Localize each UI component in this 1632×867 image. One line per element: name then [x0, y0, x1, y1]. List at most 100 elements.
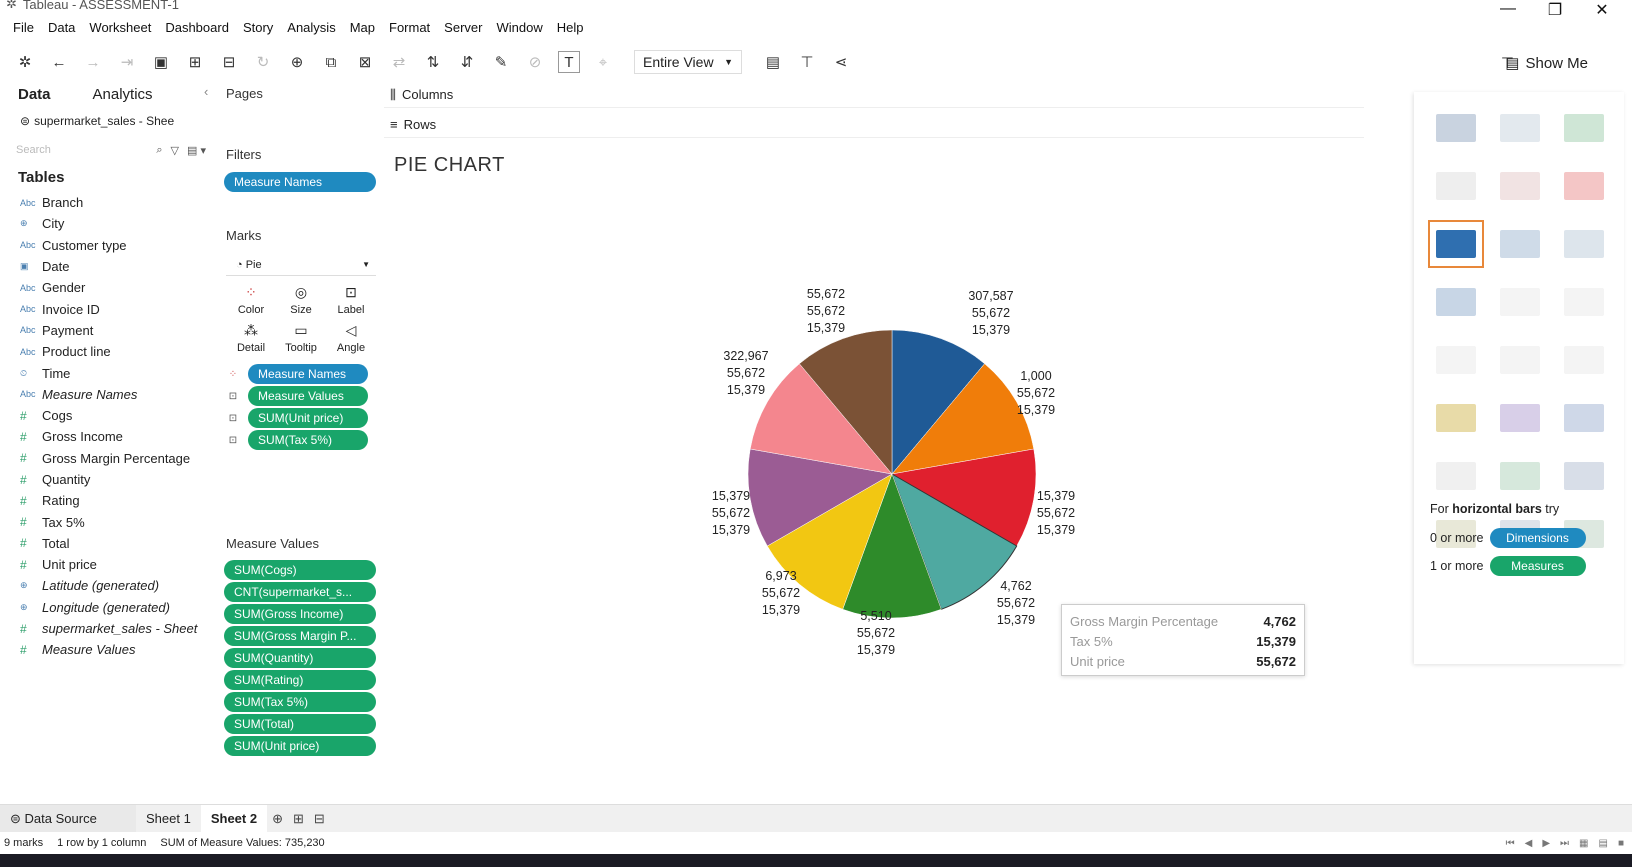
- field-cogs[interactable]: # Cogs: [0, 405, 218, 426]
- field-supermarket-sales-sheet[interactable]: # supermarket_sales - Sheet: [0, 618, 218, 639]
- new-worksheet-icon[interactable]: ⊕: [267, 811, 288, 827]
- field-product-line[interactable]: Abc Product line: [0, 341, 218, 362]
- show-me-chart-option[interactable]: [1556, 104, 1612, 152]
- filter-pill-measure-names[interactable]: Measure Names: [224, 172, 376, 192]
- field-measure-names[interactable]: Abc Measure Names: [0, 384, 218, 405]
- replay-icon[interactable]: ⇥: [116, 51, 138, 73]
- menu-item-map[interactable]: Map: [343, 18, 382, 40]
- field-quantity[interactable]: # Quantity: [0, 469, 218, 490]
- new-story-icon[interactable]: ⊟: [309, 811, 330, 827]
- marks-detail-button[interactable]: ⁂ Detail: [226, 322, 276, 354]
- measure-values-pill[interactable]: SUM(Unit price): [224, 736, 376, 756]
- tabs-view-icon[interactable]: ■: [1618, 838, 1624, 849]
- search-icon[interactable]: ⌕: [156, 144, 162, 157]
- show-me-chart-option[interactable]: [1428, 104, 1484, 152]
- minimize-button[interactable]: —: [1488, 0, 1528, 24]
- show-me-chart-option[interactable]: [1556, 394, 1612, 442]
- highlight-icon[interactable]: ✎: [490, 51, 512, 73]
- show-me-chart-option[interactable]: [1428, 278, 1484, 326]
- new-datasource-icon[interactable]: ⊞: [184, 51, 206, 73]
- show-me-chart-option[interactable]: [1428, 336, 1484, 384]
- tab-sheet-2[interactable]: Sheet 2: [200, 804, 268, 833]
- duplicate-sheet-icon[interactable]: ⧉: [320, 51, 342, 73]
- swap-icon[interactable]: ⇄: [388, 51, 410, 73]
- marks-angle-button[interactable]: ◁ Angle: [326, 322, 376, 354]
- view-options-icon[interactable]: ▤ ▾: [187, 144, 206, 157]
- prev-sheet-icon[interactable]: ◀: [1525, 838, 1533, 849]
- measure-values-pill[interactable]: SUM(Gross Income): [224, 604, 376, 624]
- filmstrip-icon[interactable]: ▤: [1599, 838, 1608, 849]
- group-icon[interactable]: ⊘: [524, 51, 546, 73]
- show-me-chart-option[interactable]: [1556, 452, 1612, 500]
- last-sheet-icon[interactable]: ⏭: [1560, 838, 1569, 849]
- show-me-chart-option[interactable]: [1492, 220, 1548, 268]
- field-tax-5-[interactable]: # Tax 5%: [0, 511, 218, 532]
- mark-type-select[interactable]: ◔ Pie ▼: [226, 254, 376, 276]
- field-total[interactable]: # Total: [0, 533, 218, 554]
- field-gross-margin-percentage[interactable]: # Gross Margin Percentage: [0, 448, 218, 469]
- redo-icon[interactable]: →: [82, 51, 104, 73]
- measure-values-pill[interactable]: SUM(Tax 5%): [224, 692, 376, 712]
- show-me-chart-option[interactable]: [1492, 278, 1548, 326]
- field-city[interactable]: ⊕ City: [0, 213, 218, 234]
- menu-item-help[interactable]: Help: [550, 18, 591, 40]
- menu-item-dashboard[interactable]: Dashboard: [158, 18, 236, 40]
- save-icon[interactable]: ▣: [150, 51, 172, 73]
- menu-item-worksheet[interactable]: Worksheet: [82, 18, 158, 40]
- show-me-chart-option[interactable]: [1556, 336, 1612, 384]
- marks-tooltip-button[interactable]: ▭ Tooltip: [276, 322, 326, 354]
- first-sheet-icon[interactable]: ⏮: [1506, 838, 1515, 849]
- show-me-button[interactable]: ▤ Show Me: [1505, 54, 1588, 73]
- show-me-chart-option[interactable]: [1492, 394, 1548, 442]
- restore-button[interactable]: ❐: [1535, 0, 1575, 24]
- columns-shelf[interactable]: ⫼ Columns: [384, 82, 1364, 108]
- fix-axes-icon[interactable]: ⌖: [592, 51, 614, 73]
- new-dashboard-icon[interactable]: ⊞: [288, 811, 309, 827]
- field-rating[interactable]: # Rating: [0, 490, 218, 511]
- menu-item-story[interactable]: Story: [236, 18, 280, 40]
- show-me-chart-option[interactable]: [1556, 278, 1612, 326]
- tab-data-source[interactable]: ⊜ Data Source: [0, 804, 136, 833]
- field-unit-price[interactable]: # Unit price: [0, 554, 218, 575]
- close-button[interactable]: ✕: [1582, 0, 1622, 24]
- show-me-chart-option[interactable]: [1492, 452, 1548, 500]
- field-time[interactable]: ⏲ Time: [0, 362, 218, 383]
- menu-item-data[interactable]: Data: [41, 18, 82, 40]
- data-source[interactable]: ⊜ supermarket_sales - Shee: [0, 108, 218, 128]
- menu-item-file[interactable]: File: [6, 18, 41, 40]
- rows-shelf[interactable]: ≡ Rows: [384, 112, 1364, 138]
- show-me-chart-option[interactable]: [1428, 162, 1484, 210]
- field-customer-type[interactable]: Abc Customer type: [0, 235, 218, 256]
- field-payment[interactable]: Abc Payment: [0, 320, 218, 341]
- sheet-sorter-icon[interactable]: ▦: [1579, 838, 1588, 849]
- tableau-home-icon[interactable]: ✲: [14, 51, 36, 73]
- measure-values-pill[interactable]: SUM(Rating): [224, 670, 376, 690]
- marks-pill-measure-values[interactable]: Measure Values: [248, 386, 368, 406]
- show-me-chart-option[interactable]: [1492, 336, 1548, 384]
- show-cards-icon[interactable]: ▤: [762, 51, 784, 73]
- menu-item-analysis[interactable]: Analysis: [280, 18, 342, 40]
- sort-descending-icon[interactable]: ⇵: [456, 51, 478, 73]
- field-branch[interactable]: Abc Branch: [0, 192, 218, 213]
- field-gross-income[interactable]: # Gross Income: [0, 426, 218, 447]
- pause-updates-icon[interactable]: ⊟: [218, 51, 240, 73]
- measure-values-pill[interactable]: SUM(Quantity): [224, 648, 376, 668]
- search-input[interactable]: Search: [16, 144, 51, 157]
- show-me-chart-option[interactable]: [1556, 220, 1612, 268]
- menu-item-server[interactable]: Server: [437, 18, 489, 40]
- filter-icon[interactable]: ▽: [171, 144, 179, 157]
- show-me-chart-option[interactable]: [1556, 162, 1612, 210]
- marks-color-button[interactable]: ⁘ Color: [226, 284, 276, 316]
- show-labels-icon[interactable]: T: [558, 51, 580, 73]
- fit-view-select[interactable]: Entire View ▼: [634, 50, 742, 74]
- undo-icon[interactable]: ←: [48, 51, 70, 73]
- presentation-icon[interactable]: ⊤: [796, 51, 818, 73]
- share-icon[interactable]: ⋖: [830, 51, 852, 73]
- tab-analytics[interactable]: Analytics: [93, 86, 153, 103]
- tab-sheet-1[interactable]: Sheet 1: [136, 805, 201, 833]
- show-me-chart-option[interactable]: [1428, 220, 1484, 268]
- marks-pill-unit-price[interactable]: SUM(Unit price): [248, 408, 368, 428]
- marks-pill-measure-names[interactable]: Measure Names: [248, 364, 368, 384]
- search-field[interactable]: Search ⌕ ▽ ▤ ▾: [16, 144, 206, 157]
- next-sheet-icon[interactable]: ▶: [1542, 838, 1550, 849]
